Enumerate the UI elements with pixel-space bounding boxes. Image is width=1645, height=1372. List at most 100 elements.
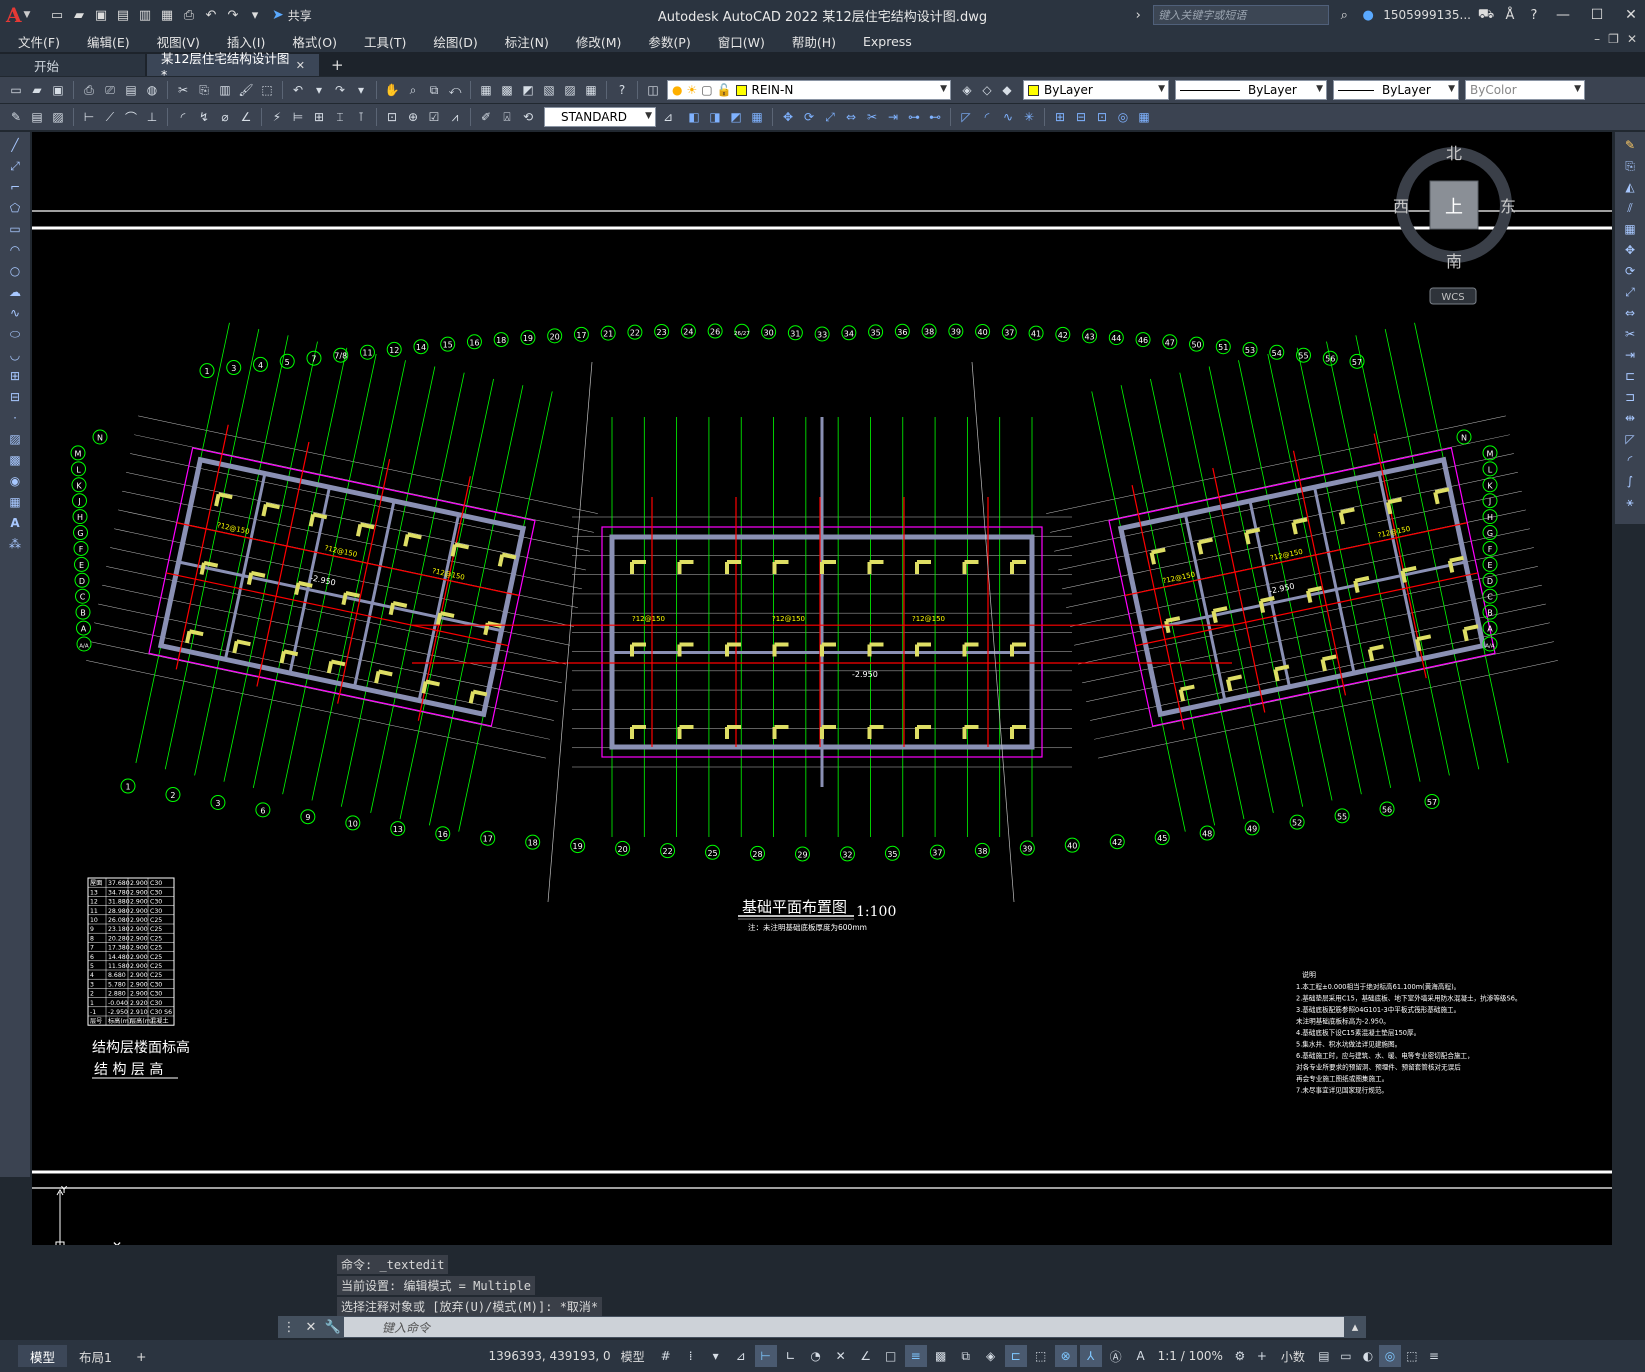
multileader-icon[interactable]: ▤ xyxy=(27,107,47,127)
qat-dropdown-icon[interactable]: ▾ xyxy=(246,6,264,24)
quick-dim-icon[interactable]: ⚡ xyxy=(267,107,287,127)
menu-express[interactable]: Express xyxy=(863,34,912,49)
point-icon[interactable]: ⊡ xyxy=(1092,107,1112,127)
selection-cycling-icon[interactable]: ⧉ xyxy=(955,1345,977,1367)
move-icon[interactable]: ✥ xyxy=(1619,241,1641,259)
customize-icon[interactable]: 🔧 xyxy=(322,1320,344,1335)
tolerance-icon[interactable]: ⊡ xyxy=(382,107,402,127)
gradient-icon[interactable]: ▩ xyxy=(4,451,26,469)
close-button[interactable]: ✕ xyxy=(1617,7,1645,23)
grip-handle[interactable]: ⋮ xyxy=(278,1320,300,1335)
rotate-icon[interactable]: ⟳ xyxy=(1619,262,1641,280)
linetype-dropdown[interactable]: ByLayer ▼ xyxy=(1175,80,1327,100)
annotation-visibility-icon[interactable]: ⅄ xyxy=(1079,1345,1102,1367)
dim-update-icon[interactable]: ⟲ xyxy=(518,107,538,127)
tab-drawing[interactable]: 某12层住宅结构设计图* ✕ xyxy=(147,51,319,82)
table-icon[interactable]: ▦ xyxy=(1134,107,1154,127)
plot-preview-icon[interactable]: ⎚ xyxy=(100,80,120,100)
array-icon[interactable]: ▦ xyxy=(747,107,767,127)
pan-icon[interactable]: ✋ xyxy=(382,80,402,100)
dim-ordinate-icon[interactable]: ⊥ xyxy=(142,107,162,127)
save-as-icon[interactable]: ▤ xyxy=(114,6,132,24)
snap-dropdown-icon[interactable]: ▾ xyxy=(705,1345,727,1367)
hardware-acceleration-icon[interactable]: ◎ xyxy=(1378,1345,1401,1367)
copy-object-icon[interactable]: ◧ xyxy=(684,107,704,127)
publish-icon[interactable]: ▤ xyxy=(121,80,141,100)
dim-edit-icon[interactable]: ✐ xyxy=(476,107,496,127)
isolate-objects-icon[interactable]: ◐ xyxy=(1357,1345,1379,1367)
move-icon[interactable]: ✥ xyxy=(778,107,798,127)
inspect-icon[interactable]: ☑ xyxy=(424,107,444,127)
blend-curves-icon[interactable]: ∫ xyxy=(1619,472,1641,490)
redo-dropdown-icon[interactable]: ▾ xyxy=(351,80,371,100)
save-icon[interactable]: ▣ xyxy=(92,6,110,24)
search-icon[interactable]: ⌕ xyxy=(1335,8,1353,23)
help-icon[interactable]: ? xyxy=(1525,8,1543,23)
doc-restore-button[interactable]: ❐ xyxy=(1608,32,1619,46)
undo-dropdown-icon[interactable]: ▾ xyxy=(309,80,329,100)
viewcube-south-label[interactable]: 南 xyxy=(1446,252,1462,271)
hatch-icon[interactable]: ▨ xyxy=(48,107,68,127)
join-icon[interactable]: ⇹ xyxy=(1619,409,1641,427)
dynamic-input-icon[interactable]: ⊢ xyxy=(754,1345,777,1367)
auto-scale-icon[interactable]: Ⓐ xyxy=(1105,1345,1127,1367)
gizmo-icon[interactable]: ⊗ xyxy=(1054,1345,1077,1367)
units-dropdown[interactable]: 小数 xyxy=(1281,1348,1305,1365)
object-snap-tracking-icon[interactable]: ∠ xyxy=(855,1345,877,1367)
layer-dropdown[interactable]: ● ☀ ▢ 🔓 REIN-N ▼ xyxy=(667,80,951,100)
create-block-icon[interactable]: ⊟ xyxy=(1071,107,1091,127)
table-icon[interactable]: ▦ xyxy=(4,493,26,511)
ellipse-icon[interactable]: ⬭ xyxy=(4,325,26,343)
search-input[interactable]: 键入关键字或短语 xyxy=(1153,5,1330,25)
dim-linear-icon[interactable]: ⊢ xyxy=(79,107,99,127)
offset-icon[interactable]: ◩ xyxy=(726,107,746,127)
cut-icon[interactable]: ✂ xyxy=(173,80,193,100)
mirror-icon[interactable]: ◨ xyxy=(705,107,725,127)
lineweight-icon[interactable]: ≡ xyxy=(904,1345,927,1367)
close-icon[interactable]: ✕ xyxy=(296,59,305,72)
make-block-icon[interactable]: ⊟ xyxy=(4,388,26,406)
autodesk-account-icon[interactable]: Å xyxy=(1501,8,1519,23)
3d-osnap-icon[interactable]: ◈ xyxy=(980,1345,1002,1367)
dim-diameter-icon[interactable]: ⌀ xyxy=(215,107,235,127)
new-icon[interactable]: ▭ xyxy=(6,80,26,100)
extend-icon[interactable]: ⇥ xyxy=(883,107,903,127)
chamfer-icon[interactable]: ◸ xyxy=(1619,430,1641,448)
selection-filter-icon[interactable]: ⬚ xyxy=(1030,1345,1052,1367)
blend-icon[interactable]: ∿ xyxy=(998,107,1018,127)
menu-help[interactable]: 帮助(H) xyxy=(792,32,836,51)
command-history-toggle-icon[interactable]: ▴ xyxy=(1344,1320,1366,1335)
redo-icon[interactable]: ↷ xyxy=(224,6,242,24)
menu-modify[interactable]: 修改(M) xyxy=(576,32,622,51)
dim-jogged-icon[interactable]: ↯ xyxy=(194,107,214,127)
help-icon[interactable]: ? xyxy=(612,80,632,100)
polar-icon[interactable]: ◔ xyxy=(805,1345,827,1367)
dim-text-edit-icon[interactable]: ⍓ xyxy=(497,107,517,127)
viewcube-north-label[interactable]: 北 xyxy=(1446,144,1462,163)
menu-format[interactable]: 格式(O) xyxy=(292,32,337,51)
dim-break-icon[interactable]: ⊺ xyxy=(351,107,371,127)
hatch-icon[interactable]: ▨ xyxy=(4,430,26,448)
zoom-realtime-icon[interactable]: ⌕ xyxy=(403,80,423,100)
menu-edit[interactable]: 编辑(E) xyxy=(87,32,130,51)
drawing-canvas[interactable]: 上 北 南 东 西 WCS ?12@150 ?12@150 ?12@150 -2.95… xyxy=(32,132,1612,1245)
design-center-icon[interactable]: ▩ xyxy=(497,80,517,100)
tab-model[interactable]: 模型 xyxy=(18,1345,68,1367)
line-icon[interactable]: ╱ xyxy=(4,136,26,154)
calculator-icon[interactable]: ▦ xyxy=(581,80,601,100)
circle-icon[interactable]: ○ xyxy=(4,262,26,280)
transparency-icon[interactable]: ▩ xyxy=(930,1345,952,1367)
lock-ui-icon[interactable]: ▭ xyxy=(1335,1345,1357,1367)
plotstyle-dropdown[interactable]: ByColor ▼ xyxy=(1465,80,1585,100)
workspace-icon[interactable]: ⚙ xyxy=(1229,1345,1251,1367)
add-selected-icon[interactable]: ⁂ xyxy=(4,535,26,553)
dim-continue-icon[interactable]: ⊞ xyxy=(309,107,329,127)
user-icon[interactable]: ● xyxy=(1359,8,1377,23)
mtext-icon[interactable]: A xyxy=(4,514,26,532)
copy-icon[interactable]: ⎘ xyxy=(1619,157,1641,175)
join-icon[interactable]: ⊷ xyxy=(925,107,945,127)
dim-aligned-icon[interactable]: ⟋ xyxy=(100,107,120,127)
viewcube[interactable]: 上 北 南 东 西 WCS xyxy=(1393,144,1516,305)
plot-icon[interactable]: ⎙ xyxy=(180,6,198,24)
menu-parametric[interactable]: 参数(P) xyxy=(648,32,690,51)
